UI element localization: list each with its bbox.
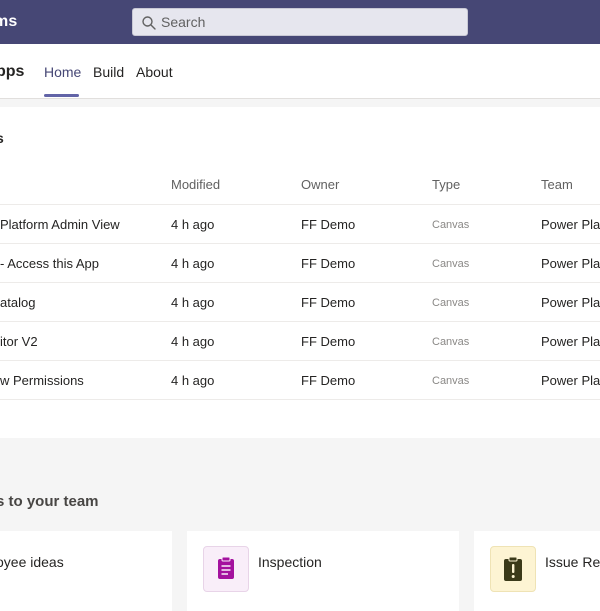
templates-section-title: s to your team [0,493,99,510]
table-row[interactable]: Platform Admin View 4 h ago FF Demo Canv… [0,204,600,244]
template-card-title: Issue Rep [545,554,600,570]
section-title: s [0,130,4,146]
owner-cell: FF Demo [301,256,356,271]
template-card[interactable]: Issue Rep [474,531,600,611]
clipboard-alert-icon [490,546,536,592]
clipboard-icon [203,546,249,592]
owner-cell: FF Demo [301,334,356,349]
team-cell: Power Plat [541,373,600,388]
table-row[interactable]: - Access this App 4 h ago FF Demo Canvas… [0,243,600,283]
column-header-modified[interactable]: Modified [171,177,220,192]
app-name-cell[interactable]: atalog [0,295,35,310]
team-cell: Power Plat [541,334,600,349]
modified-cell: 4 h ago [171,295,215,310]
template-card[interactable]: Inspection [187,531,459,611]
search-input[interactable] [161,12,451,32]
column-header-team[interactable]: Team [541,177,573,192]
top-bar: ms [0,0,600,44]
app-name[interactable]: ms [0,13,18,31]
column-header-type[interactable]: Type [432,177,460,192]
active-tab-indicator [44,94,79,97]
page-title: pps [0,63,25,80]
team-cell: Power Plat [541,217,600,232]
app-name-cell[interactable]: w Permissions [0,373,84,388]
type-cell: Canvas [432,219,470,231]
type-cell: Canvas [432,297,470,309]
owner-cell: FF Demo [301,295,356,310]
tab-home[interactable]: Home [44,64,81,80]
modified-cell: 4 h ago [171,217,215,232]
tab-about[interactable]: About [136,64,173,80]
table-row[interactable]: w Permissions 4 h ago FF Demo Canvas Pow… [0,360,600,400]
search-box[interactable] [132,8,468,36]
table-row[interactable]: atalog 4 h ago FF Demo Canvas Power Plat [0,282,600,322]
app-header: pps Home Build About [0,44,600,99]
modified-cell: 4 h ago [171,256,215,271]
recent-apps-panel: s Modified Owner Type Team Platform Admi… [0,107,600,438]
app-name-cell[interactable]: Platform Admin View [0,217,120,232]
owner-cell: FF Demo [301,373,356,388]
modified-cell: 4 h ago [171,373,215,388]
column-header-owner[interactable]: Owner [301,177,339,192]
app-name-cell[interactable]: - Access this App [0,256,99,271]
search-icon [142,16,156,30]
table-divider [0,399,600,400]
owner-cell: FF Demo [301,217,356,232]
template-card-title: Inspection [258,554,322,570]
app-name-cell[interactable]: itor V2 [0,334,38,349]
modified-cell: 4 h ago [171,334,215,349]
type-cell: Canvas [432,336,470,348]
template-card[interactable]: oyee ideas [0,531,172,611]
type-cell: Canvas [432,258,470,270]
template-card-title: oyee ideas [0,554,64,570]
team-cell: Power Plat [541,295,600,310]
tab-build[interactable]: Build [93,64,124,80]
team-cell: Power Plat [541,256,600,271]
table-row[interactable]: itor V2 4 h ago FF Demo Canvas Power Pla… [0,321,600,361]
type-cell: Canvas [432,375,470,387]
